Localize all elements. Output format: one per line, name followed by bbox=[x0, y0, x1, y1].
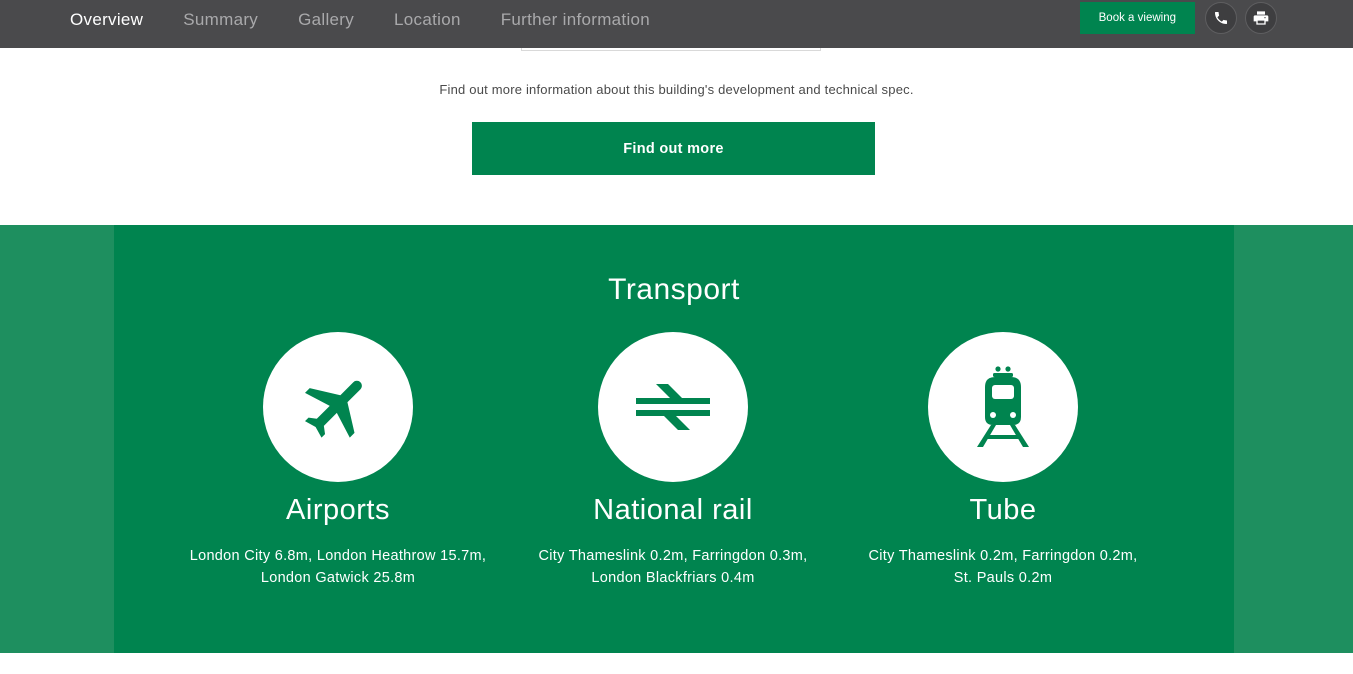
tab-further-information[interactable]: Further information bbox=[501, 10, 650, 30]
tube-line-2: St. Pauls 0.2m bbox=[953, 570, 1053, 586]
transport-section: Transport Airports London City 6.8m, Lon… bbox=[0, 225, 1353, 653]
airports-description: London City 6.8m, London Heathrow 15.7m,… bbox=[168, 545, 508, 589]
national-rail-title: National rail bbox=[593, 494, 753, 526]
print-icon bbox=[1253, 11, 1269, 25]
national-rail-icon bbox=[636, 384, 710, 430]
tube-icon-circle bbox=[928, 332, 1078, 482]
tab-gallery[interactable]: Gallery bbox=[298, 10, 354, 30]
nav-tabs: Overview Summary Gallery Location Furthe… bbox=[70, 0, 690, 40]
top-navigation-bar: Overview Summary Gallery Location Furthe… bbox=[0, 0, 1353, 48]
tube-description: City Thameslink 0.2m, Farringdon 0.2m, S… bbox=[833, 545, 1173, 589]
airports-line-2: London Gatwick 25.8m bbox=[260, 570, 416, 586]
tube-title: Tube bbox=[969, 494, 1037, 526]
phone-button[interactable] bbox=[1205, 2, 1237, 34]
transport-mode-tube: Tube City Thameslink 0.2m, Farringdon 0.… bbox=[833, 332, 1173, 589]
tab-overview[interactable]: Overview bbox=[70, 10, 143, 30]
transport-mode-national-rail: National rail City Thameslink 0.2m, Farr… bbox=[503, 332, 843, 589]
national-rail-line-2: London Blackfriars 0.4m bbox=[591, 570, 755, 586]
national-rail-icon-circle bbox=[598, 332, 748, 482]
phone-icon bbox=[1215, 12, 1227, 24]
transport-panel: Transport Airports London City 6.8m, Lon… bbox=[114, 225, 1234, 653]
national-rail-line-1: City Thameslink 0.2m, Farringdon 0.3m, bbox=[538, 548, 808, 564]
tab-location[interactable]: Location bbox=[394, 10, 461, 30]
transport-heading: Transport bbox=[608, 273, 740, 306]
find-out-more-button[interactable]: Find out more bbox=[472, 122, 875, 175]
train-icon bbox=[977, 366, 1029, 447]
national-rail-description: City Thameslink 0.2m, Farringdon 0.3m, L… bbox=[503, 545, 843, 589]
transport-mode-airports: Airports London City 6.8m, London Heathr… bbox=[168, 332, 508, 589]
further-info-text: Find out more information about this bui… bbox=[439, 82, 914, 97]
airports-line-1: London City 6.8m, London Heathrow 15.7m, bbox=[189, 548, 487, 564]
tube-line-1: City Thameslink 0.2m, Farringdon 0.2m, bbox=[868, 548, 1138, 564]
nav-actions: Book a viewing bbox=[1079, 2, 1277, 34]
airplane-icon bbox=[305, 380, 362, 438]
print-button[interactable] bbox=[1245, 2, 1277, 34]
tab-summary[interactable]: Summary bbox=[183, 10, 258, 30]
book-viewing-button[interactable]: Book a viewing bbox=[1079, 2, 1195, 34]
airports-title: Airports bbox=[286, 494, 390, 526]
airports-icon-circle bbox=[263, 332, 413, 482]
